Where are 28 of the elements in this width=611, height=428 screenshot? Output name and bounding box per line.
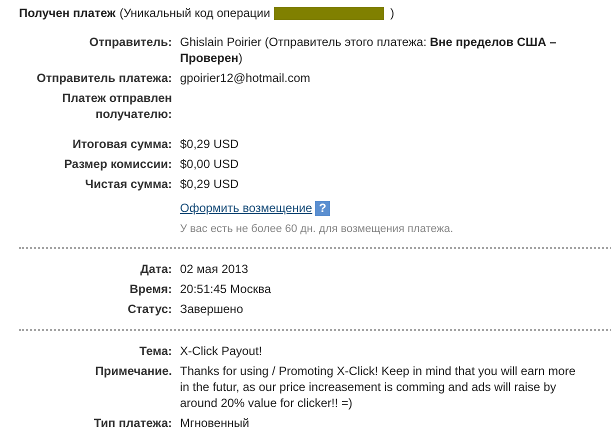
field-label: Тип платежа: <box>92 415 172 428</box>
operation-code-tail: ) <box>390 5 394 22</box>
field-label: Итоговая сумма: <box>71 136 172 152</box>
field-label: Примечание. <box>94 363 172 380</box>
field-label: Размер комиссии: <box>63 156 172 172</box>
field-value: X-Click Payout! <box>180 343 264 359</box>
field-value: Thanks for using / Promoting X-Click! Keep in mind that you will earn more in the futur, as our price increasement is comming and ads will raise by around 20% value for clicker!! =) <box>180 363 577 411</box>
field-value: 02 мая 2013 <box>180 261 250 277</box>
field-label: Тема: <box>138 343 172 359</box>
operation-code-label: (Уникальный код операции <box>119 5 270 22</box>
field-label: Чистая сумма: <box>84 176 172 192</box>
field-value: $0,00 USD <box>180 156 240 172</box>
field-value: 20:51:45 Москва <box>180 281 272 297</box>
hint-text: У вас есть не более 60 дн. для возмещения платежа. <box>180 222 454 236</box>
field-label: Отправитель: <box>88 34 172 51</box>
field-label: Время: <box>128 281 172 297</box>
field-label: Дата: <box>139 261 172 277</box>
field-label: Платеж отправлен получателю: <box>61 90 172 122</box>
field-value: Мгновенный <box>180 415 250 428</box>
field-label: Отправитель платежа: <box>36 70 172 86</box>
field-value: Ghislain Poirier (Отправитель этого платежа: Вне пределов США – Проверен) <box>180 34 558 66</box>
refund-link[interactable]: Оформить возмещение <box>180 200 312 216</box>
page-title: Получен платеж <box>19 5 116 22</box>
field-value: gpoirier12@hotmail.com <box>180 70 312 86</box>
field-label: Статус: <box>126 301 172 317</box>
field-value: $0,29 USD <box>180 176 240 192</box>
field-value: Завершено <box>180 301 244 317</box>
field-value: $0,29 USD <box>180 136 240 152</box>
